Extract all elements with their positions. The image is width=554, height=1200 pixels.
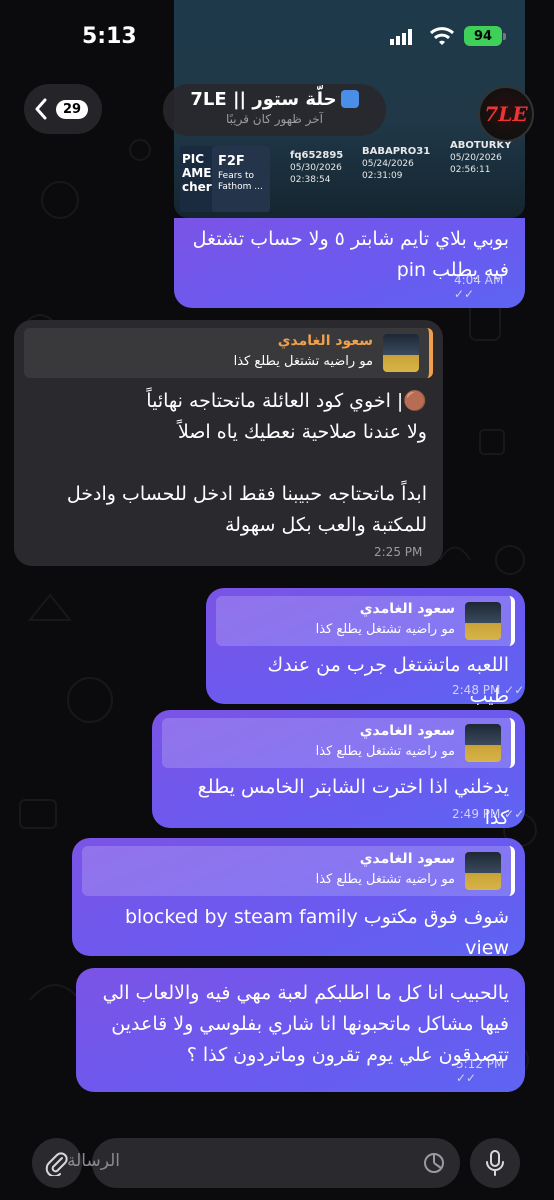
status-time: 5:13 xyxy=(82,24,137,49)
quote-text: مو راضيه تشتغل يطلع كذا xyxy=(315,872,455,887)
game-tile-subtitle: Fears to Fathom ... xyxy=(218,171,263,192)
account-user: BABAPRO31 xyxy=(362,146,431,157)
reply-quote[interactable]: سعود الغامدي مو راضيه تشتغل يطلع كذا xyxy=(24,328,433,378)
chat-last-seen: آخر ظهور كان قريبًا xyxy=(225,112,324,126)
account-card: ABOTURKY 05/20/2026 02:56:11 xyxy=(450,140,512,176)
steam-icon xyxy=(340,90,359,108)
account-date: 05/20/2026 xyxy=(450,153,502,163)
message-time: 2:48 PM ✓✓ xyxy=(452,683,525,697)
quote-thumbnail xyxy=(465,602,501,640)
account-time: 02:38:54 xyxy=(290,175,331,185)
message-bubble-incoming[interactable]: سعود الغامدي مو راضيه تشتغل يطلع كذا 🟤| … xyxy=(14,320,443,566)
message-text-line: تتصدقون علي يوم تقرون وماتردون كذا ؟ xyxy=(186,1044,509,1066)
message-input[interactable]: الرسالة xyxy=(67,1138,460,1188)
quote-thumbnail xyxy=(465,724,501,762)
message-bubble-outgoing[interactable]: بوبي بلاي تايم شابتر ٥ ولا حساب تشتغل في… xyxy=(174,218,525,308)
microphone-icon xyxy=(486,1150,504,1176)
account-date: 05/24/2026 xyxy=(362,159,414,169)
reply-quote[interactable]: سعود الغامدي مو راضيه تشتغل يطلع كذا xyxy=(162,718,515,768)
message-text-line: يالحبيب انا كل ما اطلبكم لعبة مهي فيه وا… xyxy=(102,982,509,1004)
message-text-line: بوبي بلاي تايم شابتر ٥ ولا حساب تشتغل xyxy=(192,228,509,250)
quote-text: مو راضيه تشتغل يطلع كذا xyxy=(315,744,455,759)
message-text-line: ابداً ماتحتاجه حبيبنا فقط ادخل للحساب وا… xyxy=(66,483,427,505)
account-date: 05/30/2026 xyxy=(290,163,342,173)
battery-indicator: 94 xyxy=(464,26,506,46)
status-bar: 5:13 94 xyxy=(0,0,554,75)
message-bubble-outgoing[interactable]: سعود الغامدي مو راضيه تشتغل يطلع كذا الل… xyxy=(206,588,525,707)
microphone-button[interactable] xyxy=(470,1138,520,1188)
sticker-icon[interactable] xyxy=(422,1151,446,1175)
message-time: 2:25 PM xyxy=(374,545,423,559)
message-input-placeholder: الرسالة xyxy=(66,1151,120,1171)
avatar-logo-text: 7LE xyxy=(484,102,528,126)
game-tile-title: F2F xyxy=(218,154,245,169)
message-text-line: ولا عندنا صلاحية نعطيك ياه اصلاً xyxy=(177,421,427,443)
message-input-bar: الرسالة xyxy=(0,1130,554,1200)
reply-quote[interactable]: سعود الغامدي مو راضيه تشتغل يطلع كذا xyxy=(216,596,515,646)
message-text-line: للمكتبة والعب بكل سهولة xyxy=(224,514,427,536)
message-bubble-outgoing[interactable]: سعود الغامدي مو راضيه تشتغل يطلع كذا شوف… xyxy=(72,838,525,959)
account-time: 02:31:09 xyxy=(362,171,403,181)
quote-author: سعود الغامدي xyxy=(277,333,373,349)
message-text-line: شوف فوق مكتوب blocked by steam family vi… xyxy=(124,906,509,959)
wifi-icon xyxy=(429,27,455,45)
message-bubble-outgoing[interactable]: سعود الغامدي مو راضيه تشتغل يطلع كذا يدخ… xyxy=(152,710,525,829)
message-text-line: اللعبه ماتشتغل جرب من عندك طيب xyxy=(267,654,509,707)
chat-avatar[interactable]: 7LE xyxy=(478,86,534,142)
reply-quote[interactable]: سعود الغامدي مو راضيه تشتغل يطلع كذا xyxy=(82,846,515,896)
message-time: 2:49 PM ✓✓ xyxy=(452,807,525,821)
account-card: fq652895 05/30/2026 02:38:54 xyxy=(290,150,343,186)
chat-title-pill[interactable]: حلّة ستور || 7LE آخر ظهور كان قريبًا xyxy=(163,84,386,136)
back-button[interactable]: 29 xyxy=(24,84,102,134)
chevron-left-icon xyxy=(35,98,47,120)
message-bubble-outgoing[interactable]: يالحبيب انا كل ما اطلبكم لعبة مهي فيه وا… xyxy=(76,968,525,1092)
message-time: 4:04 AM ✓✓ xyxy=(454,273,504,301)
message-time: 5:12 PM ✓✓ xyxy=(456,1057,505,1085)
account-time: 02:56:11 xyxy=(450,165,491,175)
quote-thumbnail xyxy=(383,334,419,372)
account-card: BABAPRO31 05/24/2026 02:31:09 xyxy=(362,146,430,182)
quote-text: مو راضيه تشتغل يطلع كذا xyxy=(315,622,455,637)
account-user: fq652895 xyxy=(290,150,344,161)
quote-author: سعود الغامدي xyxy=(359,851,455,867)
quote-author: سعود الغامدي xyxy=(359,723,455,739)
message-text-line: فيها مشاكل ماتحبونها انا شاري بفلوسي ولا… xyxy=(111,1013,509,1035)
quote-thumbnail xyxy=(465,852,501,890)
unread-count-badge: 29 xyxy=(56,99,89,119)
chat-name: حلّة ستور || 7LE xyxy=(190,89,337,110)
quote-author: سعود الغامدي xyxy=(359,601,455,617)
quote-text: مو راضيه تشتغل يطلع كذا xyxy=(233,354,373,369)
cellular-signal-icon xyxy=(390,29,412,45)
message-text-line: يدخلني اذا اخترت الشابتر الخامس يطلع كذا xyxy=(197,776,509,829)
message-text-line: 🟤| اخوي كود العائلة ماتحتاجه نهائياً xyxy=(146,390,427,412)
game-tile-f2f: F2F Fears to Fathom ... xyxy=(212,146,270,212)
